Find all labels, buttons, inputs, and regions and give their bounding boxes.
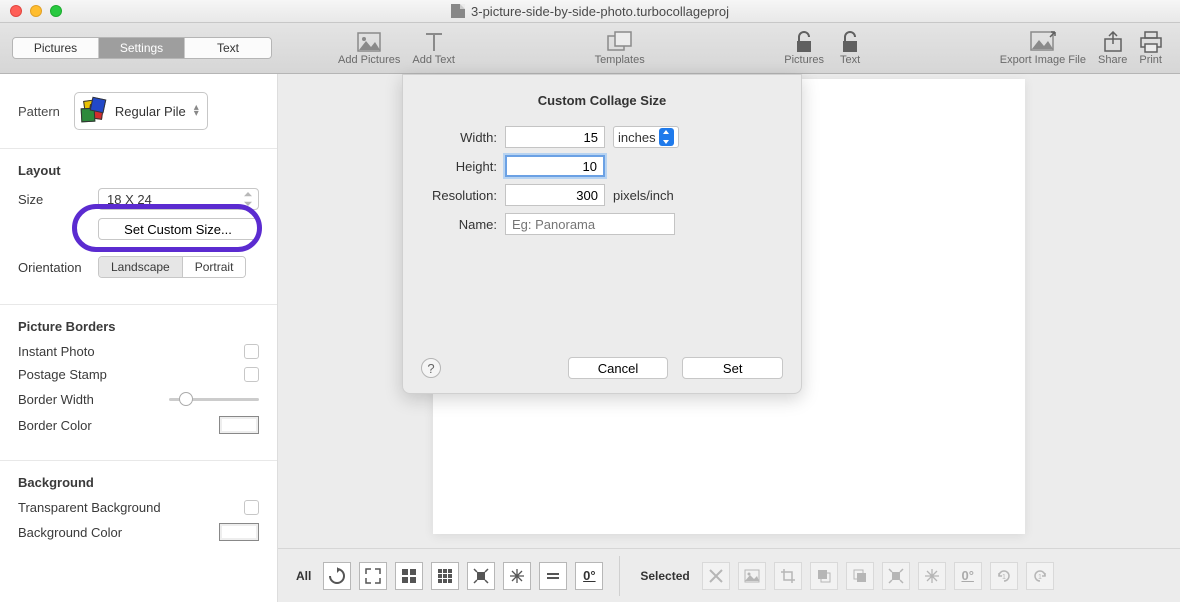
tab-pictures[interactable]: Pictures xyxy=(13,38,99,58)
size-select[interactable]: 18 X 24 xyxy=(98,188,259,210)
bg-color-swatch[interactable] xyxy=(219,523,259,541)
main-toolbar: Pictures Settings Text Add Pictures Add … xyxy=(0,22,1180,74)
collage-canvas-area: Custom Collage Size Width: inches Height… xyxy=(278,74,1180,602)
border-color-label: Border Color xyxy=(18,418,219,433)
border-color-swatch[interactable] xyxy=(219,416,259,434)
close-icon[interactable] xyxy=(10,5,22,17)
bg-color-label: Background Color xyxy=(18,525,219,540)
transparent-bg-label: Transparent Background xyxy=(18,500,244,515)
background-header: Background xyxy=(18,475,259,490)
add-text-button[interactable]: Add Text xyxy=(412,30,455,66)
fit-all-button[interactable] xyxy=(359,562,387,590)
rotate-ccw-button[interactable]: 1 xyxy=(990,562,1018,590)
share-button[interactable]: Share xyxy=(1098,30,1127,66)
width-label: Width: xyxy=(421,130,497,145)
lock-text-button[interactable]: Text xyxy=(840,30,860,66)
resolution-unit: pixels/inch xyxy=(613,188,674,203)
portrait-option[interactable]: Portrait xyxy=(183,257,246,277)
dialog-title: Custom Collage Size xyxy=(421,93,783,108)
bring-front-button[interactable] xyxy=(846,562,874,590)
resolution-label: Resolution: xyxy=(421,188,497,203)
pattern-select[interactable]: Regular Pile ▴▾ xyxy=(74,92,208,130)
size-label: Size xyxy=(18,192,98,207)
resolution-input[interactable] xyxy=(505,184,605,206)
settings-sidebar: Pattern Regular Pile ▴▾ Layout Size 18 X… xyxy=(0,74,278,602)
height-input[interactable] xyxy=(505,155,605,177)
width-input[interactable] xyxy=(505,126,605,148)
panel-tabs: Pictures Settings Text xyxy=(12,37,272,59)
crop-button[interactable] xyxy=(774,562,802,590)
border-width-slider[interactable] xyxy=(169,390,259,408)
expand-button[interactable] xyxy=(467,562,495,590)
freeze-selected-button[interactable] xyxy=(918,562,946,590)
rotate-cw-button[interactable]: 1 xyxy=(1026,562,1054,590)
lock-pictures-button[interactable]: Pictures xyxy=(784,30,824,66)
unit-select[interactable]: inches xyxy=(613,126,679,148)
postage-stamp-label: Postage Stamp xyxy=(18,367,244,382)
regular-pile-icon xyxy=(79,97,107,125)
svg-text:1: 1 xyxy=(1002,574,1006,581)
picture-borders-header: Picture Borders xyxy=(18,319,259,334)
expand-selected-button[interactable] xyxy=(882,562,910,590)
orientation-segment: Landscape Portrait xyxy=(98,256,246,278)
zero-selected-button[interactable]: 0° xyxy=(954,562,982,590)
set-custom-size-button[interactable]: Set Custom Size... xyxy=(98,218,258,240)
height-label: Height: xyxy=(421,159,497,174)
set-button[interactable]: Set xyxy=(682,357,783,379)
export-button[interactable]: Export Image File xyxy=(1000,30,1086,66)
instant-photo-checkbox[interactable] xyxy=(244,344,259,359)
pattern-label: Pattern xyxy=(18,104,60,119)
equal-button[interactable] xyxy=(539,562,567,590)
border-width-label: Border Width xyxy=(18,392,169,407)
bottom-toolbar: All 0° Selected 0° 1 1 xyxy=(278,548,1180,602)
snowflake-button[interactable] xyxy=(503,562,531,590)
landscape-option[interactable]: Landscape xyxy=(99,257,183,277)
name-input[interactable] xyxy=(505,213,675,235)
help-button[interactable]: ? xyxy=(421,358,441,378)
window-titlebar: 3-picture-side-by-side-photo.turbocollag… xyxy=(0,0,1180,22)
grid-4-button[interactable] xyxy=(395,562,423,590)
file-icon xyxy=(451,4,465,18)
send-back-button[interactable] xyxy=(810,562,838,590)
traffic-lights xyxy=(0,5,62,17)
custom-size-dialog: Custom Collage Size Width: inches Height… xyxy=(402,74,802,394)
orientation-label: Orientation xyxy=(18,260,98,275)
name-label: Name: xyxy=(421,217,497,232)
tab-text[interactable]: Text xyxy=(185,38,271,58)
minimize-icon[interactable] xyxy=(30,5,42,17)
replace-image-button[interactable] xyxy=(738,562,766,590)
cancel-button[interactable]: Cancel xyxy=(568,357,669,379)
postage-stamp-checkbox[interactable] xyxy=(244,367,259,382)
print-button[interactable]: Print xyxy=(1139,30,1162,66)
instant-photo-label: Instant Photo xyxy=(18,344,244,359)
delete-button[interactable] xyxy=(702,562,730,590)
zoom-icon[interactable] xyxy=(50,5,62,17)
window-title: 3-picture-side-by-side-photo.turbocollag… xyxy=(471,4,729,19)
shuffle-button[interactable] xyxy=(323,562,351,590)
zero-degree-button[interactable]: 0° xyxy=(575,562,603,590)
all-label: All xyxy=(296,569,311,583)
grid-9-button[interactable] xyxy=(431,562,459,590)
transparent-bg-checkbox[interactable] xyxy=(244,500,259,515)
selected-label: Selected xyxy=(640,569,689,583)
add-pictures-button[interactable]: Add Pictures xyxy=(338,30,400,66)
layout-header: Layout xyxy=(18,163,259,178)
tab-settings[interactable]: Settings xyxy=(99,38,185,58)
svg-text:1: 1 xyxy=(1038,574,1042,581)
templates-button[interactable]: Templates xyxy=(595,30,645,66)
